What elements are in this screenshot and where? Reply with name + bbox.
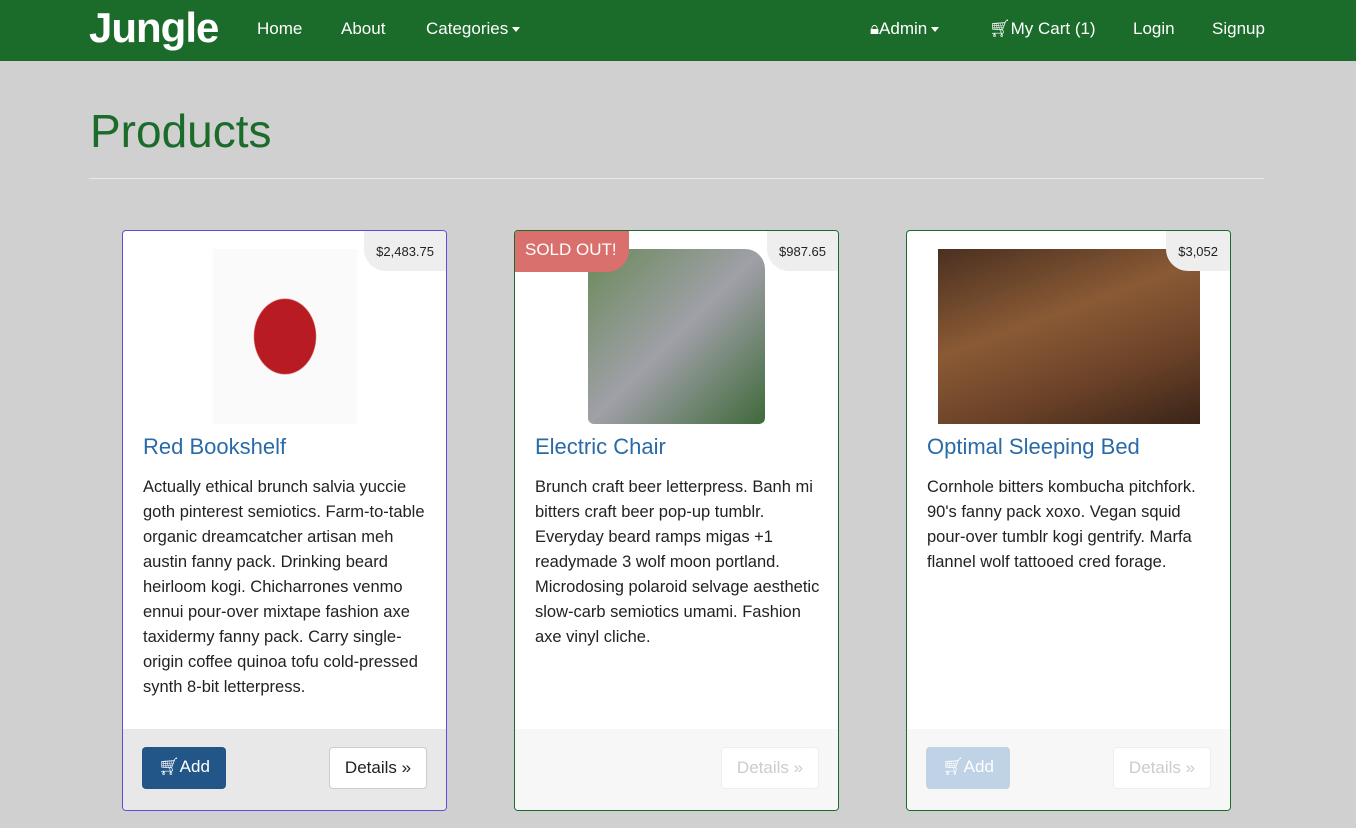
admin-label: Admin xyxy=(879,19,928,38)
details-button[interactable]: Details » xyxy=(1113,747,1211,789)
caret-down-icon xyxy=(512,27,521,33)
price-badge: $987.65 xyxy=(767,231,838,271)
add-button[interactable]: 🛒︎Add xyxy=(926,747,1010,789)
nav-admin[interactable]: 🔒︎Admin xyxy=(870,19,940,39)
details-button[interactable]: Details » xyxy=(329,747,427,789)
page-title: Products xyxy=(90,105,272,157)
card-footer: 🛒︎Add Details » xyxy=(123,729,446,810)
nav-home[interactable]: Home xyxy=(257,19,302,39)
product-image[interactable] xyxy=(213,249,357,424)
product-description: Cornhole bitters kombucha pitchfork. 90'… xyxy=(927,478,1196,571)
product-card: $3,052 Optimal Sleeping Bed Cornhole bit… xyxy=(906,230,1231,811)
cart-icon: 🛒︎ xyxy=(942,757,964,776)
product-title[interactable]: Electric Chair xyxy=(535,434,666,460)
nav-categories[interactable]: Categories xyxy=(426,19,521,39)
product-description: Brunch craft beer letterpress. Banh mi b… xyxy=(535,478,820,646)
cart-icon: 🛒︎ xyxy=(158,757,180,776)
add-button[interactable]: 🛒︎Add xyxy=(142,747,226,789)
card-footer: Details » xyxy=(515,729,838,810)
product-title[interactable]: Red Bookshelf xyxy=(143,434,286,460)
nav-login[interactable]: Login xyxy=(1133,19,1175,39)
product-description: Actually ethical brunch salvia yuccie go… xyxy=(143,478,425,696)
lock-icon: 🔒︎ xyxy=(870,19,880,38)
brand-logo[interactable]: Jungle xyxy=(89,4,219,52)
details-button[interactable]: Details » xyxy=(721,747,819,789)
caret-down-icon xyxy=(931,27,940,33)
price-badge: $3,052 xyxy=(1166,231,1230,271)
price-badge: $2,483.75 xyxy=(364,231,446,271)
cart-icon: 🛒︎ xyxy=(989,19,1011,38)
categories-label: Categories xyxy=(426,19,509,38)
product-image[interactable] xyxy=(588,249,765,424)
add-label: Add xyxy=(963,757,994,776)
sold-out-badge: SOLD OUT! xyxy=(515,231,629,272)
add-label: Add xyxy=(179,757,210,776)
nav-about[interactable]: About xyxy=(341,19,385,39)
product-card: SOLD OUT! $987.65 Electric Chair Brunch … xyxy=(514,230,839,811)
nav-signup[interactable]: Signup xyxy=(1212,19,1265,39)
product-card: $2,483.75 Red Bookshelf Actually ethical… xyxy=(122,230,447,811)
nav-cart[interactable]: 🛒︎My Cart (1) xyxy=(989,19,1096,39)
cart-label: My Cart (1) xyxy=(1010,19,1096,38)
card-footer: 🛒︎Add Details » xyxy=(907,729,1230,810)
divider xyxy=(89,178,1264,179)
navbar: Jungle Home About Categories 🔒︎Admin 🛒︎M… xyxy=(0,0,1356,61)
product-title[interactable]: Optimal Sleeping Bed xyxy=(927,434,1140,460)
product-image[interactable] xyxy=(938,249,1200,424)
